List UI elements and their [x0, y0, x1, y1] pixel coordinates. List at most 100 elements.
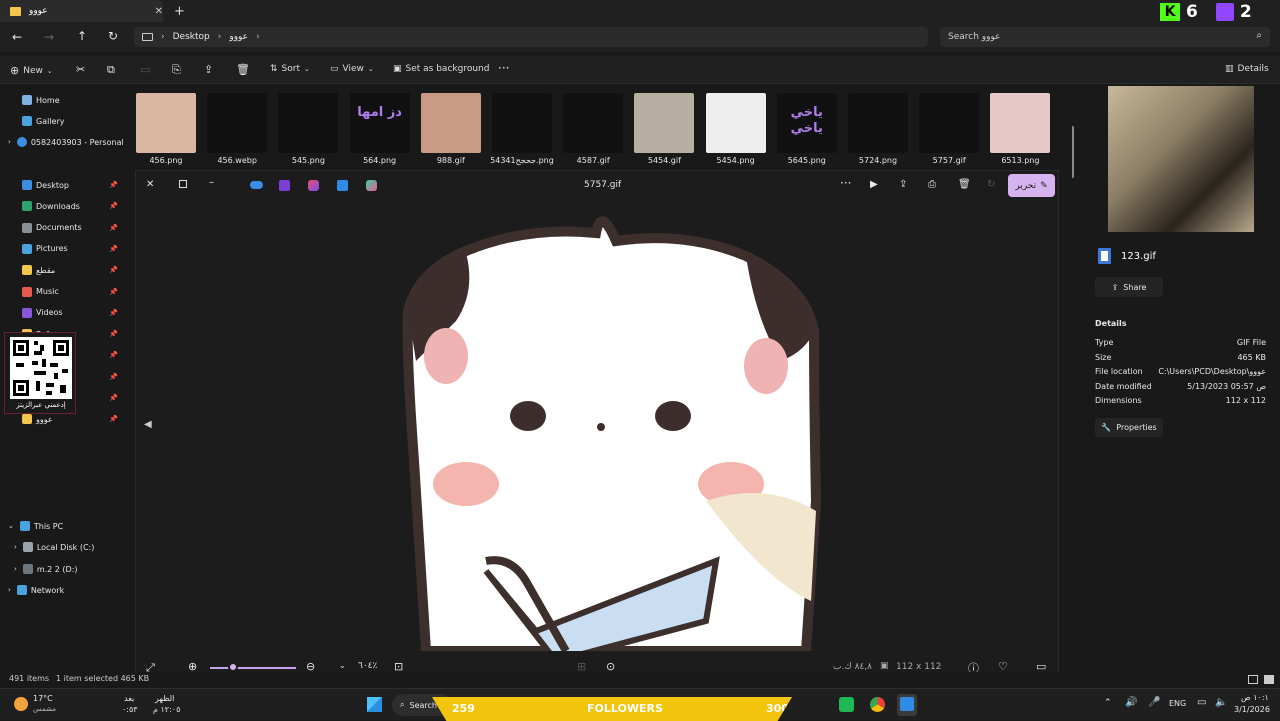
maximize-icon[interactable] [179, 180, 187, 188]
gif-file-icon [1098, 248, 1111, 264]
slideshow-icon[interactable]: ▶ [870, 179, 878, 190]
delete-icon[interactable]: 🗑 [958, 179, 971, 190]
sidebar-item-network[interactable]: › Network [0, 580, 124, 600]
share-icon[interactable]: ⇪ [899, 179, 907, 190]
language-indicator[interactable]: ENG [1169, 699, 1186, 708]
share-icon[interactable]: ⇪ [204, 63, 213, 76]
microphone-icon[interactable]: 🎤 [1148, 697, 1160, 708]
library-icon [22, 286, 32, 297]
sidebar-item-onedrive[interactable]: › 0582403903 - Personal [0, 132, 124, 152]
clipchamp-icon[interactable] [279, 180, 290, 191]
new-button[interactable]: ⊕ New ⌄ [10, 64, 53, 77]
sidebar-item-pinned[interactable]: Documents 📌 [0, 218, 124, 238]
start-icon[interactable] [367, 697, 382, 712]
thumbnail-label: 545.png [291, 156, 325, 165]
speaker-icon[interactable]: 🔊 [1125, 697, 1137, 708]
thumbnail-image[interactable] [207, 93, 268, 153]
sidebar-item-pinned[interactable]: Pictures 📌 [0, 239, 124, 259]
sidebar-item-pinned[interactable]: Music 📌 [0, 282, 124, 302]
sidebar-item-pinned[interactable]: Downloads 📌 [0, 196, 124, 216]
back-icon[interactable]: ← [12, 30, 22, 44]
minimize-icon[interactable]: – [209, 177, 214, 188]
new-tab-button[interactable]: + [174, 4, 185, 19]
delete-icon[interactable]: 🗑 [236, 63, 250, 76]
forward-icon[interactable]: → [44, 30, 54, 44]
thumbnail-image[interactable] [136, 93, 196, 153]
edit-button[interactable]: تحرير ✎ [1008, 174, 1055, 197]
print-icon[interactable]: ⎙ [928, 179, 936, 190]
thumbnail-image[interactable]: ياخي ياخي [776, 93, 837, 153]
up-icon[interactable]: ↑ [77, 29, 87, 43]
drive-icon [22, 542, 33, 552]
scrollbar-thumb[interactable] [1072, 126, 1074, 178]
more-icon[interactable]: ··· [498, 61, 509, 75]
zoom-slider-handle[interactable] [228, 662, 238, 672]
new-label: New [23, 65, 43, 76]
thumbnail-image[interactable] [420, 93, 481, 153]
sidebar-item-pinned[interactable]: Videos 📌 [0, 303, 124, 323]
sidebar-label: Local Disk (C:) [36, 542, 95, 552]
sort-label: Sort [281, 64, 300, 74]
thumbnail-image[interactable] [492, 93, 552, 153]
chevron-down-icon[interactable]: ⌄ [339, 661, 346, 670]
app-icon[interactable] [839, 697, 854, 712]
breadcrumb-folder[interactable]: عووو [229, 32, 248, 42]
onedrive-icon[interactable] [250, 181, 263, 189]
volume-icon[interactable]: 🔈 [1215, 697, 1227, 708]
sidebar-item-m2[interactable]: › m.2 2 (D:) [0, 559, 124, 579]
photo-viewer: ✕ – 5757.gif ··· ▶ ⇪ ⎙ 🗑 ↻ تحرير ✎ ◀ ⤢ ⊕… [135, 170, 1059, 684]
thumbnail-image[interactable] [563, 93, 624, 153]
sidebar-item-home[interactable]: Home [0, 90, 124, 110]
view-button[interactable]: ▭ View ⌄ [330, 64, 374, 74]
thumbnail-image[interactable]: دز امها [349, 93, 410, 153]
close-tab-icon[interactable]: ✕ [155, 6, 163, 17]
paste-icon[interactable]: ▭ [140, 63, 150, 76]
breadcrumb[interactable]: › Desktop › عووو › [134, 27, 928, 47]
set-background-button[interactable]: ▣ Set as background [393, 64, 489, 74]
refresh-icon[interactable]: ↻ [108, 29, 118, 43]
thumbnail-image[interactable] [919, 93, 980, 153]
thumbnail-image[interactable] [278, 93, 339, 153]
sidebar-item-local-disk[interactable]: › Local Disk (C:) [0, 537, 124, 557]
tiles-view-icon[interactable] [1264, 675, 1274, 684]
rename-icon[interactable]: ⎘ [172, 63, 181, 77]
properties-button[interactable]: 🔧 Properties [1095, 418, 1163, 437]
details-pane-icon: ▥ [1225, 64, 1234, 74]
tab-active[interactable]: عووو ✕ [0, 0, 163, 22]
chevron-up-icon[interactable]: ⌃ [1104, 698, 1112, 708]
copilot-icon[interactable] [366, 180, 377, 191]
sort-button[interactable]: ⇅ Sort ⌄ [270, 64, 310, 74]
thumbnail-image[interactable] [848, 93, 908, 153]
sidebar-item-pinned[interactable]: Desktop 📌 [0, 175, 124, 195]
details-view-icon[interactable] [1248, 675, 1258, 684]
thumbnail-image[interactable] [634, 93, 695, 153]
thumbnail-image[interactable] [990, 93, 1051, 153]
sidebar-item-gallery[interactable]: Gallery [0, 111, 124, 131]
weather-icon[interactable] [14, 697, 28, 711]
clock-time[interactable]: ١٠:١ ص [1241, 693, 1269, 702]
previous-image-button[interactable]: ◀ [144, 419, 152, 430]
chevron-right-icon: › [14, 565, 17, 573]
chevron-right-icon: › [14, 543, 17, 551]
zoom-slider[interactable] [210, 667, 296, 669]
search-input[interactable]: Search عووو ⌕ [940, 27, 1270, 47]
close-icon[interactable]: ✕ [146, 179, 154, 190]
cut-icon[interactable]: ✂ [76, 63, 85, 76]
copy-icon[interactable]: ⧉ [107, 63, 115, 77]
photos-taskbar-button[interactable] [897, 694, 917, 716]
paint-icon[interactable] [337, 180, 348, 191]
sidebar-item-this-pc[interactable]: ⌄ This PC [0, 516, 124, 536]
sidebar-item-pinned[interactable]: مقطع 📌 [0, 260, 124, 280]
details-button[interactable]: ▥ Details [1225, 64, 1269, 74]
more-icon[interactable]: ··· [840, 176, 851, 190]
share-button[interactable]: ⇪ Share [1095, 277, 1163, 297]
chrome-icon[interactable] [870, 697, 885, 712]
breadcrumb-desktop[interactable]: Desktop [173, 32, 210, 42]
clock-date[interactable]: 3/1/2026 [1234, 705, 1270, 714]
zoom-level[interactable]: ٦٠٤٪ [358, 661, 377, 671]
rotate-icon[interactable]: ↻ [987, 179, 995, 190]
chevron-down-icon: ⌄ [367, 65, 374, 73]
network-icon[interactable]: ▭ [1197, 697, 1206, 708]
designer-icon[interactable] [308, 180, 319, 191]
thumbnail-image[interactable] [705, 93, 766, 153]
